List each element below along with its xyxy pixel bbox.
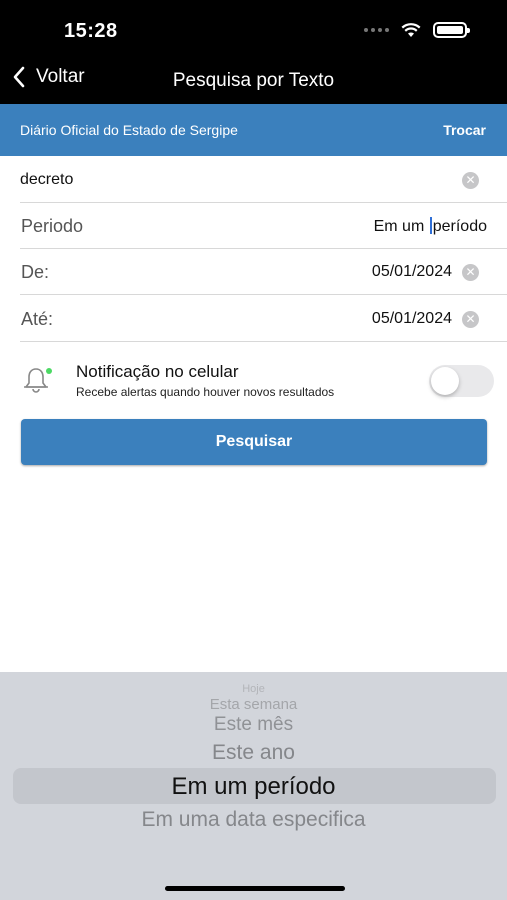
top-bar: 15:28 Voltar Pesquisa por Texto — [0, 0, 507, 104]
period-picker[interactable]: Hoje Esta semana Este mês Este ano Em um… — [0, 672, 507, 900]
period-value-text-end: período — [432, 218, 487, 235]
period-value-text-start: Em um — [373, 218, 429, 235]
notification-subtitle: Recebe alertas quando houver novos resul… — [76, 385, 335, 399]
from-date-row[interactable]: De: 05/01/2024 ✕ — [20, 249, 507, 295]
signal-icon — [364, 28, 389, 32]
to-label: Até: — [21, 309, 54, 329]
clear-to-date-icon[interactable]: ✕ — [462, 311, 479, 328]
notification-toggle[interactable] — [429, 365, 494, 397]
from-date-value[interactable]: 05/01/2024 — [372, 263, 452, 281]
period-row[interactable]: Periodo Em um período — [20, 203, 507, 249]
notification-title: Notificação no celular — [76, 362, 239, 381]
picker-option[interactable]: Hoje — [0, 683, 507, 695]
period-label: Periodo — [21, 216, 84, 236]
from-label: De: — [21, 262, 50, 282]
period-value[interactable]: Em um período — [374, 217, 487, 236]
notification-status-dot — [46, 368, 52, 374]
text-cursor — [429, 217, 432, 234]
wifi-icon — [401, 22, 421, 37]
change-source-button[interactable]: Trocar — [443, 122, 486, 138]
clear-from-date-icon[interactable]: ✕ — [462, 264, 479, 281]
page-title: Pesquisa por Texto — [172, 70, 335, 91]
picker-option[interactable]: Este ano — [0, 741, 507, 765]
picker-option-selected[interactable]: Em um período — [0, 773, 507, 801]
picker-option[interactable]: Este mês — [0, 714, 507, 736]
to-date-value[interactable]: 05/01/2024 — [372, 310, 452, 328]
search-input[interactable]: decreto — [20, 171, 73, 189]
source-bar: Diário Oficial do Estado de Sergipe Troc… — [0, 104, 507, 156]
status-time: 15:28 — [64, 20, 118, 42]
clear-search-icon[interactable]: ✕ — [462, 172, 479, 189]
battery-icon — [433, 22, 470, 38]
picker-option[interactable]: Esta semana — [0, 696, 507, 713]
source-name: Diário Oficial do Estado de Sergipe — [20, 122, 238, 138]
status-icons — [364, 22, 470, 38]
notification-row: Notificação no celular Recebe alertas qu… — [0, 350, 507, 410]
picker-option[interactable]: Em uma data especifica — [0, 808, 507, 832]
search-button[interactable]: Pesquisar — [21, 419, 487, 465]
search-field-row: decreto ✕ — [20, 157, 507, 203]
home-indicator[interactable] — [165, 886, 345, 891]
toggle-knob — [431, 367, 459, 395]
to-date-row[interactable]: Até: 05/01/2024 ✕ — [20, 296, 507, 342]
